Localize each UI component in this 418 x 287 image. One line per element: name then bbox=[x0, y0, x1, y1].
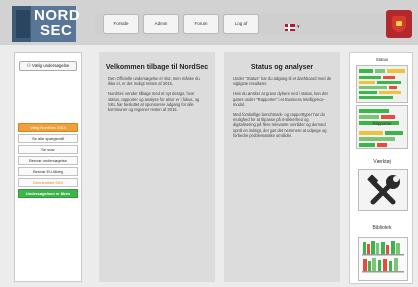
library-label: Bibliotek bbox=[372, 225, 392, 231]
reports-thumbnail[interactable] bbox=[356, 105, 408, 149]
select-survey-button[interactable]: ⚇ Vælg undersøgelse bbox=[19, 61, 77, 71]
sidebar-button-answer-survey[interactable]: Besvar undersøgelse bbox=[18, 156, 78, 165]
status-dashboard-thumbnail[interactable] bbox=[356, 65, 408, 103]
reports-link-label[interactable]: Rapporter bbox=[350, 121, 414, 126]
library-button[interactable] bbox=[358, 237, 408, 281]
nav-logout[interactable]: Log af bbox=[223, 14, 259, 34]
reports-thumbnail-graphic bbox=[357, 106, 407, 148]
status-paragraph-3: Med forskellige benchmark- og rapporttyp… bbox=[233, 112, 327, 138]
main-nav: Forside Admin Forum Log af bbox=[95, 13, 385, 35]
welcome-paragraph-1: Den Officielle undersøgelse er slut, men… bbox=[108, 76, 200, 87]
status-link-label[interactable]: Status bbox=[350, 57, 414, 62]
nordsec-logo[interactable]: NORD SEC bbox=[12, 6, 80, 42]
select-survey-label: Vælg undersøgelse bbox=[31, 63, 70, 68]
survey-open-badge: Undersøgelsen er åben bbox=[18, 189, 78, 198]
flag-icon[interactable] bbox=[285, 24, 295, 31]
shield-crest-icon bbox=[386, 10, 412, 38]
logo-line1: NORD bbox=[34, 7, 81, 24]
tools-button[interactable] bbox=[358, 169, 408, 211]
left-sidebar: ⚇ Vælg undersøgelse Vælg NordSec 2014 Se… bbox=[14, 52, 82, 282]
wrench-screwdriver-icon bbox=[367, 174, 400, 205]
header: NORD SEC Forside Admin Forum Log af ▾ bbox=[0, 0, 418, 45]
user-icon: ⚇ bbox=[26, 63, 31, 68]
welcome-paragraph-2: NordSec vender tilbage med et nyt design… bbox=[108, 91, 200, 113]
status-paragraph-1: Under "Status" har du adgang til et dash… bbox=[233, 76, 332, 87]
right-sidebar: Status Rapporter Værktøj Bibliotek bbox=[349, 52, 413, 284]
shield-emblem bbox=[392, 16, 406, 32]
dashboard-thumbnail-graphic bbox=[357, 66, 407, 102]
completion-status: Gennemført 94% bbox=[18, 178, 78, 187]
nav-forside[interactable]: Forside bbox=[103, 14, 139, 34]
nav-forum[interactable]: Forum bbox=[183, 14, 219, 34]
sidebar-button-choose-nordsec[interactable]: Vælg NordSec 2014 bbox=[18, 123, 78, 132]
logo-line2: SEC bbox=[40, 22, 73, 39]
welcome-panel: Velkommen tilbage til NordSec Den Offici… bbox=[99, 52, 215, 282]
logo-mark bbox=[16, 10, 30, 38]
chevron-down-icon[interactable]: ▾ bbox=[297, 24, 300, 30]
status-title: Status og analyser bbox=[250, 64, 314, 71]
welcome-title: Velkommen tilbage til NordSec bbox=[105, 64, 209, 71]
bookshelf-icon bbox=[362, 241, 404, 273]
status-panel: Status og analyser Under "Status" har du… bbox=[224, 52, 340, 282]
sidebar-button-eu-supplement[interactable]: Besvar EU-tillæg bbox=[18, 167, 78, 176]
sidebar-button-all-questions[interactable]: Se alle spørgsmål bbox=[18, 134, 78, 143]
nav-admin[interactable]: Admin bbox=[143, 14, 179, 34]
sidebar-button-see-answers[interactable]: Se svar bbox=[18, 145, 78, 154]
tools-label: Værktøj bbox=[373, 159, 391, 165]
status-paragraph-2: Hvis du ønsker at grave dybere ned i sta… bbox=[233, 91, 328, 107]
